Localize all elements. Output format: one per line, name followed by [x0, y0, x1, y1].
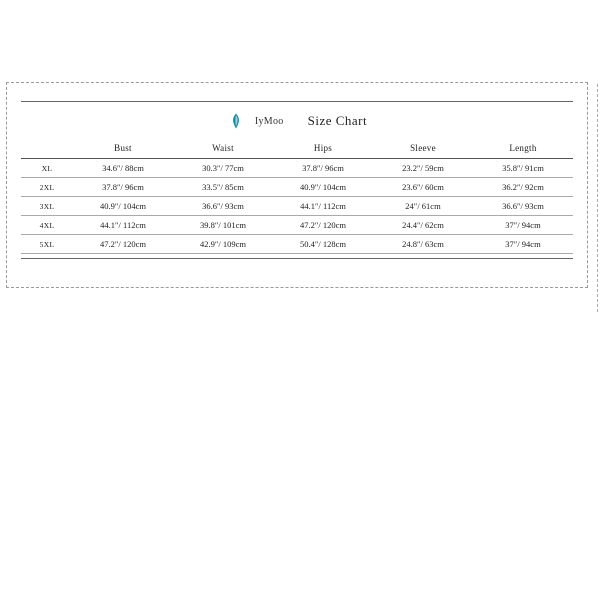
size-chart-panel: IyMoo Size Chart Bust Waist Hips Sleeve …: [6, 82, 588, 288]
brand-logo-icon: [227, 112, 245, 130]
cell-size: XL: [21, 159, 73, 178]
size-chart-card: IyMoo Size Chart Bust Waist Hips Sleeve …: [21, 101, 573, 259]
cell-bust: 37.8″/ 96cm: [73, 178, 173, 197]
cell-sleeve: 23.2″/ 59cm: [373, 159, 473, 178]
cell-hips: 37.8″/ 96cm: [273, 159, 373, 178]
cell-sleeve: 24″/ 61cm: [373, 197, 473, 216]
cell-bust: 47.2″/ 120cm: [73, 235, 173, 254]
cell-hips: 44.1″/ 112cm: [273, 197, 373, 216]
cell-length: 36.6″/ 93cm: [473, 197, 573, 216]
cell-size: 2XL: [21, 178, 73, 197]
cell-waist: 30.3″/ 77cm: [173, 159, 273, 178]
col-size: [21, 138, 73, 159]
cell-size: 4XL: [21, 216, 73, 235]
chart-title: Size Chart: [308, 113, 368, 129]
cell-waist: 39.8″/ 101cm: [173, 216, 273, 235]
col-bust: Bust: [73, 138, 173, 159]
table-row: 3XL40.9″/ 104cm36.6″/ 93cm44.1″/ 112cm24…: [21, 197, 573, 216]
table-row: XL34.6″/ 88cm30.3″/ 77cm37.8″/ 96cm23.2″…: [21, 159, 573, 178]
col-waist: Waist: [173, 138, 273, 159]
cell-bust: 34.6″/ 88cm: [73, 159, 173, 178]
cell-hips: 47.2″/ 120cm: [273, 216, 373, 235]
table-row: 5XL47.2″/ 120cm42.9″/ 109cm50.4″/ 128cm2…: [21, 235, 573, 254]
cell-sleeve: 24.4″/ 62cm: [373, 216, 473, 235]
col-sleeve: Sleeve: [373, 138, 473, 159]
cell-hips: 50.4″/ 128cm: [273, 235, 373, 254]
cell-length: 37″/ 94cm: [473, 235, 573, 254]
cell-waist: 42.9″/ 109cm: [173, 235, 273, 254]
panel-divider: [597, 84, 598, 312]
cell-size: 5XL: [21, 235, 73, 254]
cell-length: 37″/ 94cm: [473, 216, 573, 235]
table-header-row: Bust Waist Hips Sleeve Length: [21, 138, 573, 159]
cell-size: 3XL: [21, 197, 73, 216]
cell-bust: 44.1″/ 112cm: [73, 216, 173, 235]
cell-length: 35.8″/ 91cm: [473, 159, 573, 178]
brand-name: IyMoo: [255, 116, 284, 127]
col-length: Length: [473, 138, 573, 159]
chart-header: IyMoo Size Chart: [21, 108, 573, 138]
table-row: 2XL37.8″/ 96cm33.5″/ 85cm40.9″/ 104cm23.…: [21, 178, 573, 197]
size-chart-table: Bust Waist Hips Sleeve Length XL34.6″/ 8…: [21, 138, 573, 254]
cell-sleeve: 23.6″/ 60cm: [373, 178, 473, 197]
cell-sleeve: 24.8″/ 63cm: [373, 235, 473, 254]
cell-bust: 40.9″/ 104cm: [73, 197, 173, 216]
cell-waist: 36.6″/ 93cm: [173, 197, 273, 216]
col-hips: Hips: [273, 138, 373, 159]
cell-waist: 33.5″/ 85cm: [173, 178, 273, 197]
cell-length: 36.2″/ 92cm: [473, 178, 573, 197]
cell-hips: 40.9″/ 104cm: [273, 178, 373, 197]
table-row: 4XL44.1″/ 112cm39.8″/ 101cm47.2″/ 120cm2…: [21, 216, 573, 235]
